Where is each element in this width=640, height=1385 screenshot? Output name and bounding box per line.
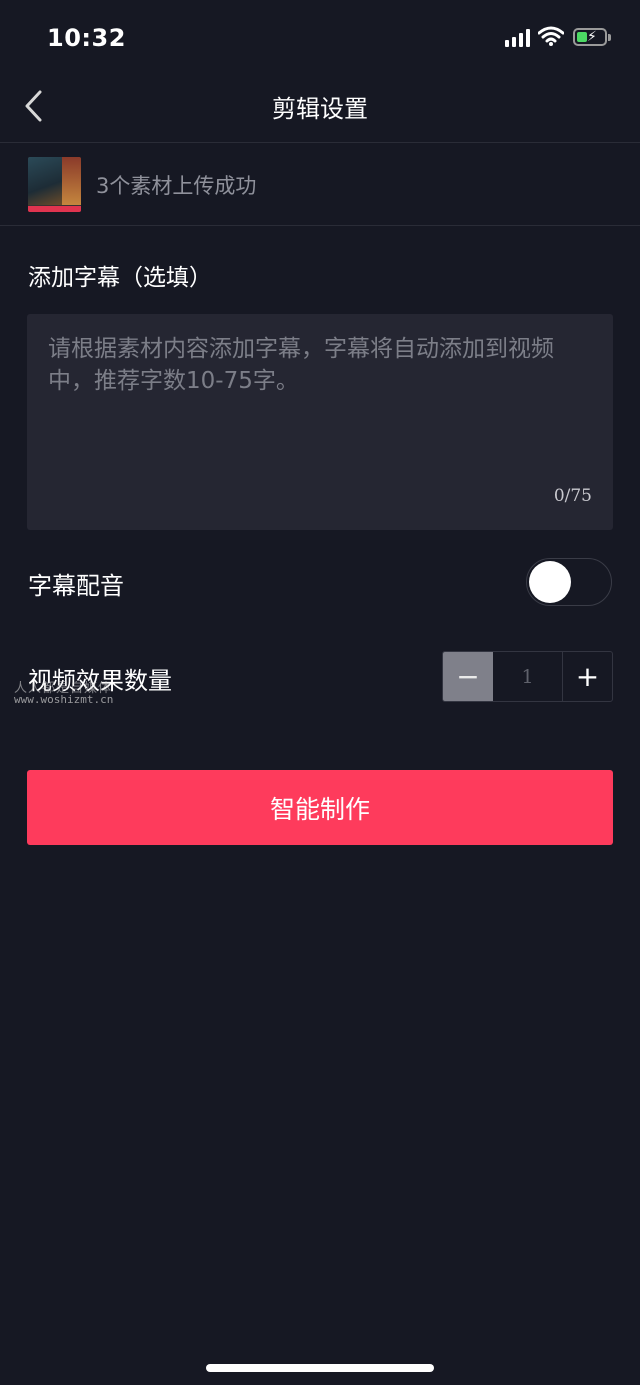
voiceover-toggle[interactable] [526,558,612,606]
signal-icon [505,27,531,47]
voiceover-label: 字幕配音 [28,572,124,600]
battery-charging-icon: ⚡ [573,28,607,46]
increment-button[interactable]: + [562,652,612,701]
toggle-knob [529,561,571,603]
page-title: 剪辑设置 [272,95,368,123]
smart-create-button[interactable]: 智能制作 [27,770,613,845]
battery-tip [608,34,611,41]
quantity-stepper: − 1 + [442,651,613,702]
character-counter: 0/75 [553,486,592,506]
nav-divider [0,142,640,143]
watermark-url: www.woshizmt.cn [14,693,114,706]
quantity-value[interactable]: 1 [493,652,562,701]
home-indicator[interactable] [206,1364,434,1372]
subtitle-placeholder: 请根据素材内容添加字幕，字幕将自动添加到视频中，推荐字数10-75字。 [48,336,554,394]
wifi-icon [537,26,565,50]
decrement-button[interactable]: − [443,652,493,701]
upload-status-text: 3个素材上传成功 [96,174,257,198]
status-time: 10:32 [47,24,126,52]
subtitle-section-label: 添加字幕（选填） [28,265,212,291]
upload-divider [0,225,640,226]
media-thumbnail[interactable] [28,157,81,212]
